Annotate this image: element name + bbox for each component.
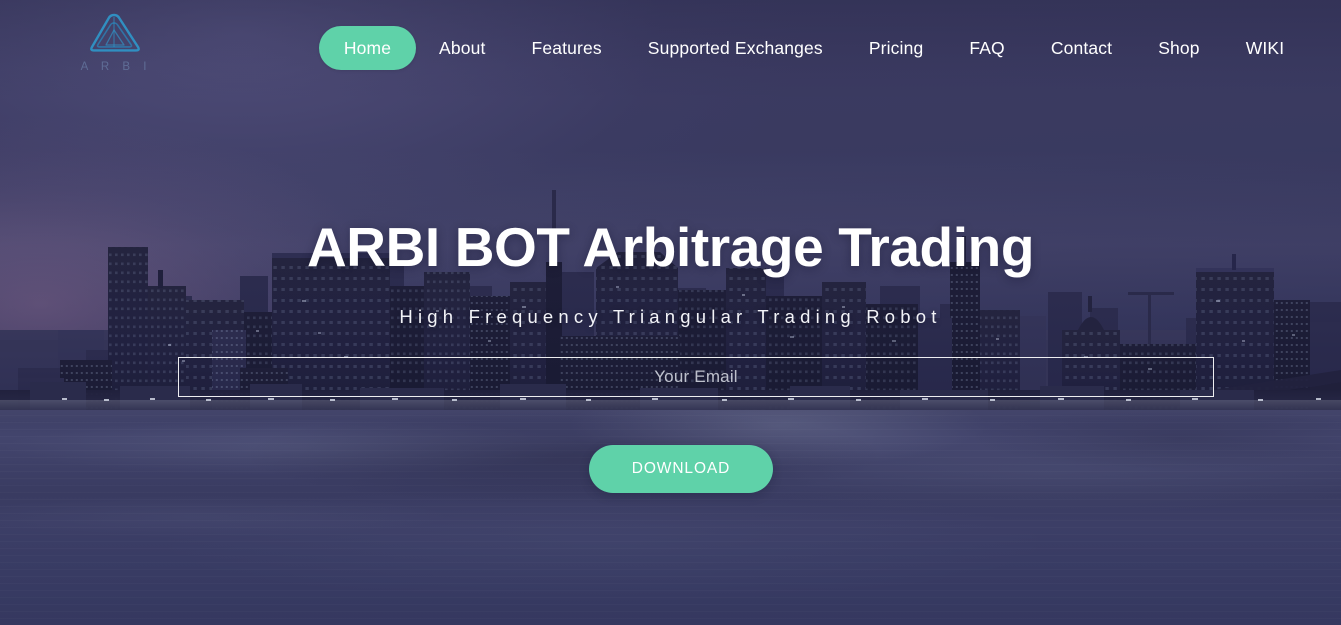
page-title: ARBI BOT Arbitrage Trading [306,216,1035,278]
water-shadow [0,408,1341,625]
nav-item-features[interactable]: Features [508,0,624,96]
brand-wordmark: A R B I [80,61,152,73]
shoreline-glow [0,400,1341,422]
page-root: A R B I Home About Features Supported Ex… [0,0,1341,625]
site-header: A R B I Home About Features Supported Ex… [0,0,1341,96]
nav-item-supported-exchanges[interactable]: Supported Exchanges [625,0,846,96]
email-input[interactable] [178,357,1214,397]
nav-item-home-label[interactable]: Home [319,26,416,70]
download-button[interactable]: DOWNLOAD [589,445,773,493]
nav-item-home[interactable]: Home [319,26,416,70]
brand-logo[interactable]: A R B I [78,9,154,81]
nav-item-about[interactable]: About [416,0,508,96]
hero-subtitle: High Frequency Triangular Trading Robot [399,306,942,327]
water-background [0,408,1341,625]
nav-item-contact[interactable]: Contact [1028,0,1135,96]
nav-item-pricing[interactable]: Pricing [846,0,947,96]
nav-item-wiki[interactable]: WIKI [1223,0,1308,96]
main-navigation: Home About Features Supported Exchanges … [319,0,1307,96]
nav-item-faq[interactable]: FAQ [946,0,1027,96]
nav-item-shop[interactable]: Shop [1135,0,1222,96]
arbi-triangle-logo-icon [90,13,140,52]
